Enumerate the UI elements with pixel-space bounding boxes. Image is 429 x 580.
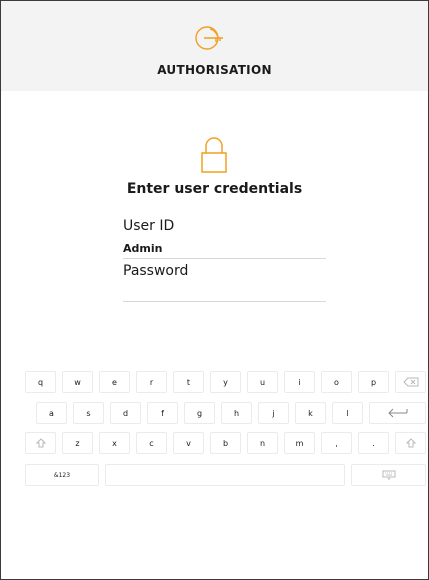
backspace-icon	[402, 377, 418, 387]
key-x[interactable]: x	[99, 432, 130, 454]
key-w[interactable]: w	[62, 371, 93, 393]
key-f[interactable]: f	[147, 402, 178, 424]
key-n[interactable]: n	[247, 432, 278, 454]
user-id-underline	[123, 258, 326, 259]
password-field[interactable]	[123, 283, 326, 299]
key-l[interactable]: l	[332, 402, 363, 424]
app-frame: AUTHORISATION Enter user credentials Use…	[0, 0, 429, 580]
password-underline	[123, 301, 326, 302]
key-b[interactable]: b	[210, 432, 241, 454]
key-period[interactable]: .	[358, 432, 389, 454]
user-id-label: User ID	[123, 218, 175, 234]
symbols-key[interactable]: &123	[25, 464, 99, 486]
key-u[interactable]: u	[247, 371, 278, 393]
page-title: AUTHORISATION	[157, 63, 272, 77]
on-screen-keyboard: q w e r t y u i o p a s d f g h j k l z …	[1, 363, 428, 495]
key-s[interactable]: s	[73, 402, 104, 424]
key-i[interactable]: i	[284, 371, 315, 393]
hide-keyboard-key[interactable]	[351, 464, 426, 486]
key-g[interactable]: g	[184, 402, 215, 424]
header-bar: AUTHORISATION	[1, 1, 428, 91]
shift-key-right[interactable]	[395, 432, 426, 454]
key-m[interactable]: m	[284, 432, 315, 454]
enter-key[interactable]	[369, 402, 426, 424]
password-label: Password	[123, 263, 189, 279]
key-q[interactable]: q	[25, 371, 56, 393]
key-h[interactable]: h	[221, 402, 252, 424]
backspace-key[interactable]	[395, 371, 426, 393]
keyboard-icon	[382, 470, 395, 480]
key-v[interactable]: v	[173, 432, 204, 454]
key-icon	[195, 26, 223, 50]
credentials-heading: Enter user credentials	[126, 181, 303, 197]
key-e[interactable]: e	[99, 371, 130, 393]
key-z[interactable]: z	[62, 432, 93, 454]
key-d[interactable]: d	[110, 402, 141, 424]
key-c[interactable]: c	[136, 432, 167, 454]
user-id-field[interactable]: Admin	[123, 242, 162, 255]
key-r[interactable]: r	[136, 371, 167, 393]
key-y[interactable]: y	[210, 371, 241, 393]
enter-arrow-icon	[387, 408, 407, 418]
key-comma[interactable]: ,	[321, 432, 352, 454]
key-o[interactable]: o	[321, 371, 352, 393]
key-a[interactable]: a	[36, 402, 67, 424]
key-j[interactable]: j	[258, 402, 289, 424]
shift-key-left[interactable]	[25, 432, 56, 454]
shift-arrow-icon	[405, 438, 416, 448]
key-p[interactable]: p	[358, 371, 389, 393]
space-key[interactable]	[105, 464, 345, 486]
key-t[interactable]: t	[173, 371, 204, 393]
key-k[interactable]: k	[295, 402, 326, 424]
shift-arrow-icon	[35, 438, 46, 448]
lock-icon	[201, 137, 227, 173]
